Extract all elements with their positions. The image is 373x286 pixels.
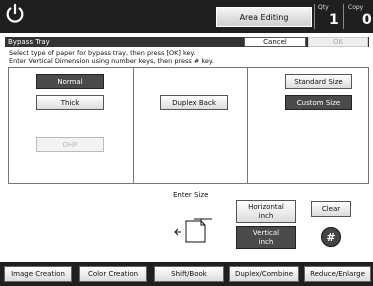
copy-value: 0 bbox=[362, 12, 372, 28]
standard-size-button[interactable]: Standard Size bbox=[285, 74, 352, 89]
vertical-label: Vertical bbox=[252, 228, 280, 237]
horizontal-size-button[interactable]: Horizontal inch bbox=[236, 200, 296, 223]
tab-shift-book[interactable]: Shift/Book bbox=[154, 266, 224, 282]
duplex-back-button[interactable]: Duplex Back bbox=[160, 95, 228, 110]
vertical-size-button[interactable]: Vertical inch bbox=[236, 226, 296, 249]
ok-button[interactable]: OK bbox=[308, 37, 368, 47]
normal-paper-button[interactable]: Normal bbox=[36, 74, 104, 89]
paper-feed-icon bbox=[174, 218, 212, 243]
hash-key-button[interactable]: # bbox=[321, 227, 341, 247]
duplex-panel bbox=[133, 67, 248, 184]
enter-size-label: Enter Size bbox=[173, 191, 209, 199]
instruction-line-1: Select type of paper for bypass tray, th… bbox=[9, 49, 196, 57]
custom-size-button[interactable]: Custom Size bbox=[285, 95, 352, 110]
instruction-line-2: Enter Vertical Dimension using number ke… bbox=[9, 57, 214, 65]
quantity-value: 1 bbox=[329, 12, 339, 28]
dialog-title: Bypass Tray bbox=[8, 38, 50, 46]
cancel-button[interactable]: Cancel bbox=[244, 37, 306, 47]
tab-duplex-combine[interactable]: Duplex/Combine bbox=[229, 266, 299, 282]
horizontal-label: Horizontal bbox=[248, 202, 284, 211]
clear-button[interactable]: Clear bbox=[311, 201, 351, 217]
tab-color-creation[interactable]: Color Creation bbox=[79, 266, 147, 282]
ohp-paper-button[interactable]: OHP bbox=[36, 137, 104, 152]
horizontal-unit: inch bbox=[258, 211, 274, 220]
tab-reduce-enlarge[interactable]: Reduce/Enlarge bbox=[304, 266, 371, 282]
thick-paper-button[interactable]: Thick bbox=[36, 95, 104, 110]
tab-image-creation[interactable]: Image Creation bbox=[4, 266, 72, 282]
area-editing-button[interactable]: Area Editing bbox=[216, 7, 312, 27]
vertical-unit: inch bbox=[258, 237, 274, 246]
quantity-label: Qty bbox=[318, 4, 329, 11]
power-icon[interactable] bbox=[4, 3, 26, 25]
copy-label: Copy bbox=[348, 4, 364, 11]
